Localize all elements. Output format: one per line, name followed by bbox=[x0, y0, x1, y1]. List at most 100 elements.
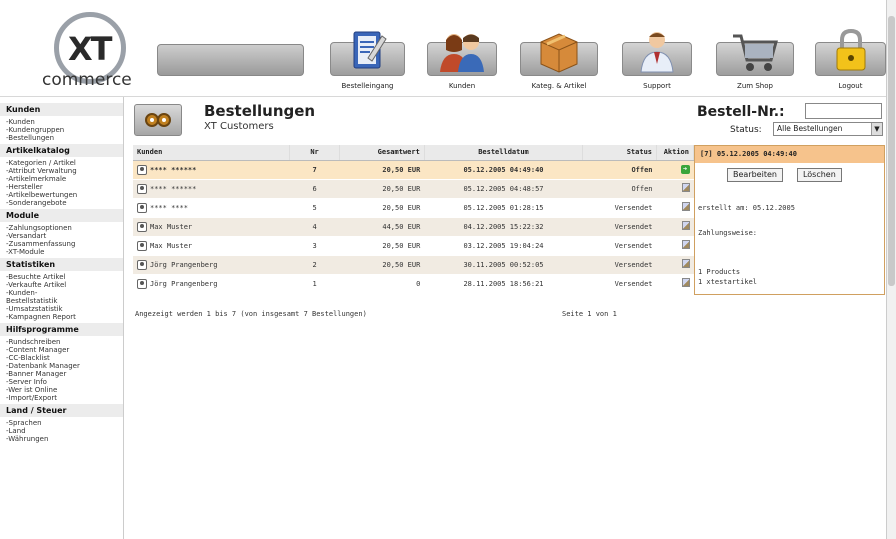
order-detail-panel: [7] 05.12.2005 04:49:40 Bearbeiten Lösche… bbox=[694, 145, 885, 295]
customer-name: Max Muster bbox=[150, 241, 193, 250]
edit-icon[interactable] bbox=[681, 183, 690, 192]
nav-label: Support bbox=[643, 82, 671, 90]
sidebar-item-sonderangebote[interactable]: -Sonderangebote bbox=[6, 199, 117, 207]
order-number-input[interactable] bbox=[805, 103, 882, 119]
table-row[interactable]: Max Muster 3 20,50 EUR 03.12.2005 19:04:… bbox=[133, 236, 694, 256]
nav-bestelleingang[interactable]: Bestelleingang bbox=[330, 28, 405, 94]
cell-status: Versendet bbox=[582, 198, 657, 218]
edit-icon[interactable] bbox=[681, 278, 690, 287]
col-kunden[interactable]: Kunden bbox=[133, 145, 290, 161]
col-status[interactable]: Status bbox=[582, 145, 658, 161]
table-row[interactable]: Jörg Prangenberg 1 0 28.11.2005 18:56:21… bbox=[133, 274, 694, 294]
customer-icon[interactable] bbox=[137, 183, 147, 194]
nav-zum-shop[interactable]: Zum Shop bbox=[716, 28, 794, 94]
sidebar-item-kundengruppen[interactable]: -Kundengruppen bbox=[6, 126, 117, 134]
padlock-icon bbox=[836, 28, 865, 71]
sidebar-item-rundschreiben[interactable]: -Rundschreiben bbox=[6, 338, 117, 346]
sidebar-item-besuchte-artikel[interactable]: -Besuchte Artikel bbox=[6, 273, 117, 281]
nav-logout[interactable]: Logout bbox=[815, 28, 886, 94]
edit-icon[interactable] bbox=[681, 202, 690, 211]
arrow-right-icon[interactable]: ➜ bbox=[680, 165, 690, 174]
sidebar-item-kunden[interactable]: -Kunden bbox=[6, 118, 117, 126]
table-row[interactable]: Jörg Prangenberg 2 20,50 EUR 30.11.2005 … bbox=[133, 255, 694, 275]
cell-date: 05.12.2005 01:28:15 bbox=[424, 198, 583, 218]
sidebar-item-sprachen[interactable]: -Sprachen bbox=[6, 419, 117, 427]
sidebar-item-xt-module[interactable]: -XT-Module bbox=[6, 248, 117, 256]
col-gesamtwert[interactable]: Gesamtwert bbox=[339, 145, 425, 161]
cell-nr: 5 bbox=[289, 198, 340, 218]
customer-icon[interactable] bbox=[137, 221, 147, 232]
shopping-cart-icon bbox=[733, 34, 778, 71]
table-row[interactable]: **** ****** 7 20,50 EUR 05.12.2005 04:49… bbox=[133, 160, 694, 180]
nav-label: Zum Shop bbox=[737, 82, 773, 90]
gears-icon bbox=[145, 113, 171, 127]
order-detail-header: [7] 05.12.2005 04:49:40 bbox=[695, 146, 884, 163]
sidebar-item-umsatzstatistik[interactable]: -Umsatzstatistik bbox=[6, 305, 117, 313]
sidebar-item-hersteller[interactable]: -Hersteller bbox=[6, 183, 117, 191]
nav-kategorien-artikel[interactable]: Kateg. & Artikel bbox=[520, 28, 598, 94]
sidebar-item-server-info[interactable]: -Server Info bbox=[6, 378, 117, 386]
vertical-scrollbar[interactable] bbox=[886, 0, 896, 539]
support-person-icon bbox=[640, 32, 674, 73]
table-row[interactable]: **** **** 5 20,50 EUR 05.12.2005 01:28:1… bbox=[133, 198, 694, 218]
sidebar-item-verkaufte-artikel[interactable]: -Verkaufte Artikel bbox=[6, 281, 117, 289]
cell-sum: 0 bbox=[339, 274, 425, 294]
order-created-date: erstellt am: 05.12.2005 bbox=[698, 204, 795, 212]
sidebar-item-datenbank-manager[interactable]: -Datenbank Manager bbox=[6, 362, 117, 370]
cell-status: Offen bbox=[582, 160, 657, 180]
order-product-item: 1 xtestartikel bbox=[698, 278, 758, 286]
chevron-down-icon[interactable]: ▼ bbox=[871, 123, 882, 135]
sidebar-item-versandart[interactable]: -Versandart bbox=[6, 232, 117, 240]
sidebar-item-zusammenfassung[interactable]: -Zusammenfassung bbox=[6, 240, 117, 248]
nav-support[interactable]: Support bbox=[622, 28, 692, 94]
customer-icon[interactable] bbox=[137, 202, 147, 213]
sidebar-item-import-export[interactable]: -Import/Export bbox=[6, 394, 117, 402]
edit-button[interactable]: Bearbeiten bbox=[727, 168, 783, 182]
orders-title-icon bbox=[134, 104, 182, 136]
sidebar-head-hilfsprogramme: Hilfsprogramme bbox=[0, 323, 123, 336]
customer-name: Jörg Prangenberg bbox=[150, 279, 218, 288]
customer-icon[interactable] bbox=[137, 278, 147, 289]
sidebar-item-bestellungen[interactable]: -Bestellungen bbox=[6, 134, 117, 142]
table-row[interactable]: Max Muster 4 44,50 EUR 04.12.2005 15:22:… bbox=[133, 217, 694, 237]
customer-icon[interactable] bbox=[137, 240, 147, 251]
customer-name: **** **** bbox=[150, 203, 188, 212]
nav-kunden[interactable]: Kunden bbox=[427, 28, 497, 94]
cell-date: 05.12.2005 04:49:40 bbox=[424, 160, 583, 180]
delete-button[interactable]: Löschen bbox=[796, 168, 842, 182]
cell-sum: 20,50 EUR bbox=[339, 255, 425, 275]
sidebar-item-banner-manager[interactable]: -Banner Manager bbox=[6, 370, 117, 378]
sidebar-item-kunden-bestellstatistik[interactable]: -Kunden- bbox=[6, 289, 117, 297]
edit-icon[interactable] bbox=[681, 221, 690, 230]
sidebar-item-artikelbewertungen[interactable]: -Artikelbewertungen bbox=[6, 191, 117, 199]
customer-icon[interactable] bbox=[137, 259, 147, 270]
sidebar-item-attribut-verwaltung[interactable]: -Attribut Verwaltung bbox=[6, 167, 117, 175]
table-row[interactable]: **** ****** 6 20,50 EUR 05.12.2005 04:48… bbox=[133, 179, 694, 199]
sidebar-item-content-manager[interactable]: -Content Manager bbox=[6, 346, 117, 354]
sidebar-item-kunden-bestellstatistik-cont[interactable]: Bestellstatistik bbox=[6, 297, 117, 305]
col-nr[interactable]: Nr bbox=[289, 145, 341, 161]
sidebar-item-artikelmerkmale[interactable]: -Artikelmerkmale bbox=[6, 175, 117, 183]
page-subtitle: XT Customers bbox=[204, 121, 274, 132]
cell-date: 03.12.2005 19:04:24 bbox=[424, 236, 583, 256]
sidebar-item-wer-ist-online[interactable]: -Wer ist Online bbox=[6, 386, 117, 394]
sidebar-item-kategorien-artikel[interactable]: -Kategorien / Artikel bbox=[6, 159, 117, 167]
sidebar-item-waehrungen[interactable]: -Währungen bbox=[6, 435, 117, 443]
cell-date: 28.11.2005 18:56:21 bbox=[424, 274, 583, 294]
scrollbar-thumb[interactable] bbox=[888, 16, 895, 286]
nav-label: Bestelleingang bbox=[341, 82, 394, 90]
sidebar-item-cc-blacklist[interactable]: -CC-Blacklist bbox=[6, 354, 117, 362]
status-filter-select[interactable]: Alle Bestellungen ▼ bbox=[773, 122, 883, 136]
sidebar-item-kampagnen-report[interactable]: -Kampagnen Report bbox=[6, 313, 117, 321]
xt-commerce-logo[interactable]: XT commerce bbox=[42, 12, 142, 90]
col-bestelldatum[interactable]: Bestelldatum bbox=[424, 145, 584, 161]
edit-icon[interactable] bbox=[681, 259, 690, 268]
customer-icon[interactable] bbox=[137, 164, 147, 175]
sidebar-item-land[interactable]: -Land bbox=[6, 427, 117, 435]
cell-action bbox=[656, 236, 694, 256]
sidebar-item-zahlungsoptionen[interactable]: -Zahlungsoptionen bbox=[6, 224, 117, 232]
cell-nr: 3 bbox=[289, 236, 340, 256]
edit-icon[interactable] bbox=[681, 240, 690, 249]
order-detail-buttons: Bearbeiten Löschen bbox=[727, 168, 856, 182]
sidebar: Kunden -Kunden -Kundengruppen -Bestellun… bbox=[0, 97, 124, 539]
